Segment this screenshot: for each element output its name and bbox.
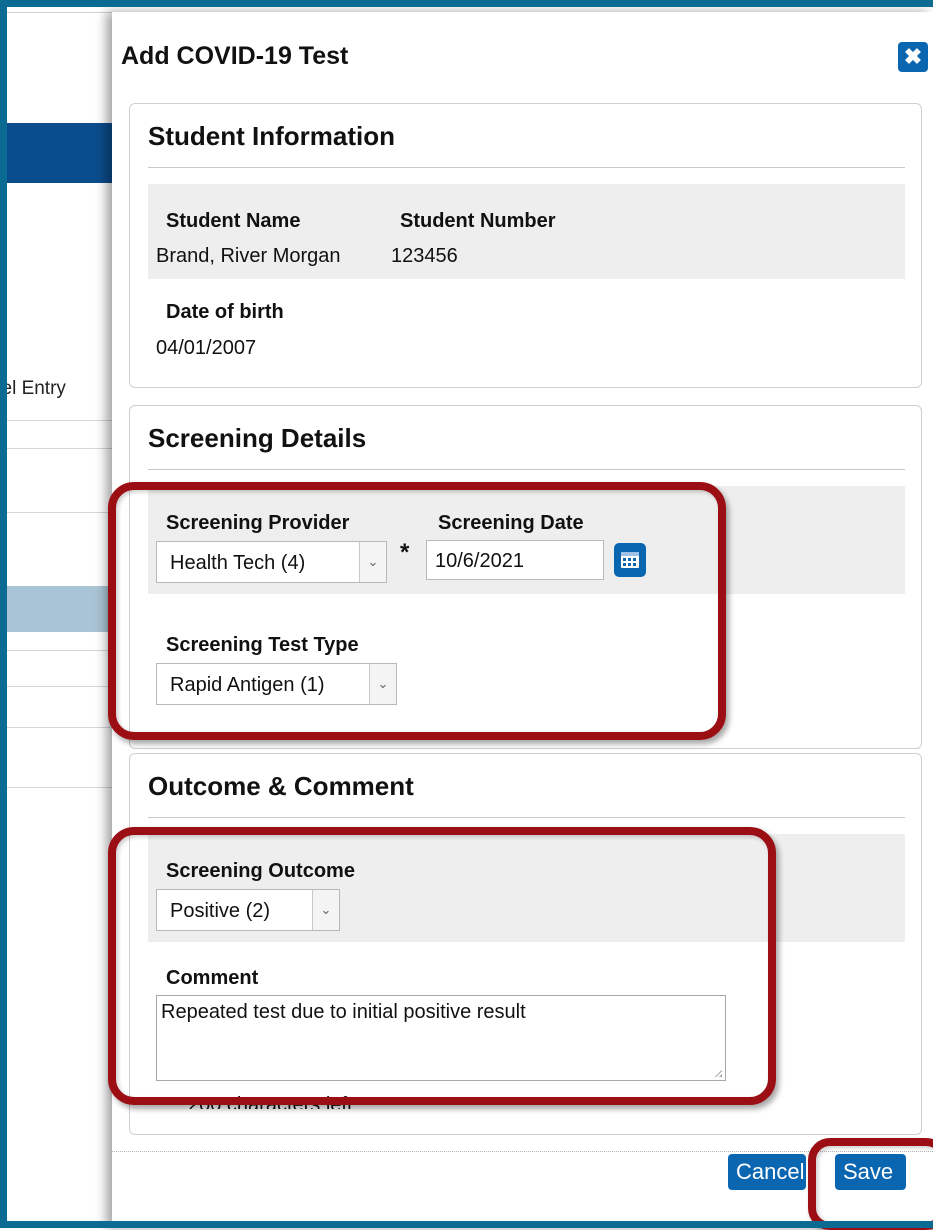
- screening-outcome-label: Screening Outcome: [166, 860, 355, 882]
- characters-left-counter: 200 characters left: [188, 1094, 353, 1109]
- background-row-divider: [0, 448, 112, 449]
- student-number-value: 123456: [391, 245, 458, 267]
- save-button[interactable]: Save: [835, 1154, 906, 1190]
- panel-divider: [148, 817, 905, 818]
- resize-handle-icon[interactable]: [714, 1069, 722, 1077]
- screening-provider-select[interactable]: Health Tech (4) ⌄: [156, 541, 387, 583]
- background-selected-row: [0, 586, 112, 632]
- screening-date-label: Screening Date: [438, 512, 584, 534]
- panel-title-student-information: Student Information: [148, 121, 395, 151]
- outcome-comment-panel: Outcome & Comment Screening Outcome Posi…: [129, 753, 922, 1135]
- background-row-divider: [0, 650, 112, 651]
- screening-outcome-selected-value: Positive (2): [170, 900, 271, 922]
- student-number-label: Student Number: [400, 210, 556, 232]
- screening-provider-selected-value: Health Tech (4): [170, 552, 306, 574]
- footer-divider: [112, 1151, 933, 1152]
- chevron-down-icon: ⌄: [312, 890, 339, 930]
- screening-test-type-selected-value: Rapid Antigen (1): [170, 674, 325, 696]
- dialog-title: Add COVID-19 Test: [121, 42, 349, 70]
- student-name-value: Brand, River Morgan: [156, 245, 341, 267]
- required-indicator: *: [400, 539, 410, 566]
- chevron-down-icon: ⌄: [369, 664, 396, 704]
- background-header-bar: [0, 123, 112, 183]
- panel-divider: [148, 167, 905, 168]
- student-name-label: Student Name: [166, 210, 301, 232]
- comment-text: Repeated test due to initial positive re…: [161, 1001, 526, 1023]
- background-row-divider: [0, 787, 112, 788]
- screening-details-panel: Screening Details Screening Provider Hea…: [129, 405, 922, 749]
- cancel-button[interactable]: Cancel: [728, 1154, 806, 1190]
- comment-label: Comment: [166, 967, 259, 989]
- screening-provider-label: Screening Provider: [166, 512, 350, 534]
- background-row-divider: [0, 420, 112, 421]
- background-page: vel Entry: [0, 0, 112, 1228]
- background-menu-text[interactable]: vel Entry: [0, 378, 66, 400]
- close-button[interactable]: ✖: [898, 42, 928, 72]
- close-icon: ✖: [903, 44, 923, 69]
- date-of-birth-label: Date of birth: [166, 301, 284, 323]
- background-divider: [0, 12, 112, 13]
- chevron-down-icon: ⌄: [359, 542, 386, 582]
- screening-test-type-label: Screening Test Type: [166, 634, 359, 656]
- screening-test-type-select[interactable]: Rapid Antigen (1) ⌄: [156, 663, 397, 705]
- background-row-divider: [0, 686, 112, 687]
- calendar-icon: [621, 552, 639, 568]
- add-covid-test-dialog: Add COVID-19 Test ✖ Student Information …: [112, 12, 933, 1228]
- background-row-divider: [0, 727, 112, 728]
- panel-divider: [148, 469, 905, 470]
- comment-textarea[interactable]: Repeated test due to initial positive re…: [156, 995, 726, 1081]
- calendar-button[interactable]: [614, 543, 646, 577]
- panel-title-outcome-comment: Outcome & Comment: [148, 771, 414, 801]
- background-row-divider: [0, 512, 112, 513]
- student-information-panel: Student Information Student Name Brand, …: [129, 103, 922, 388]
- panel-title-screening-details: Screening Details: [148, 423, 367, 453]
- screening-date-value: 10/6/2021: [435, 550, 524, 572]
- screening-outcome-select[interactable]: Positive (2) ⌄: [156, 889, 340, 931]
- screening-date-input[interactable]: 10/6/2021: [426, 540, 604, 580]
- date-of-birth-value: 04/01/2007: [156, 337, 257, 359]
